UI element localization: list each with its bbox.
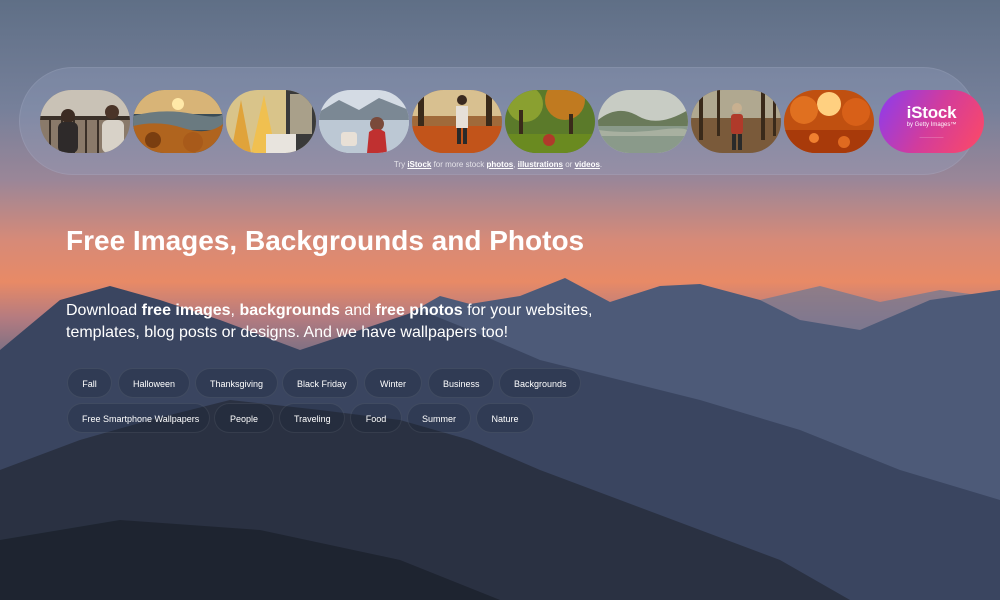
- illustrations-link[interactable]: illustrations: [518, 160, 563, 169]
- tag-people[interactable]: People: [214, 403, 274, 433]
- tag-backgrounds[interactable]: Backgrounds: [499, 368, 581, 398]
- autumn-leaves-walk-photo[interactable]: [412, 90, 502, 153]
- autumn-sunset-landscape-photo[interactable]: [133, 90, 223, 153]
- istock-banner: iStock by Getty Images™ —————— Try iStoc…: [19, 67, 984, 175]
- photos-link[interactable]: photos: [487, 160, 514, 169]
- page-title: Free Images, Backgrounds and Photos: [66, 225, 585, 256]
- istock-tagline: by Getty Images™: [906, 122, 957, 128]
- autumn-trees-window-photo[interactable]: [226, 90, 316, 153]
- tag-food[interactable]: Food: [350, 403, 402, 433]
- tag-black-friday[interactable]: Black Friday: [282, 368, 358, 398]
- misty-lake-photo[interactable]: [598, 90, 688, 153]
- istock-link[interactable]: iStock: [407, 160, 431, 169]
- tag-free-smartphone-wallpapers[interactable]: Free Smartphone Wallpapers: [67, 403, 210, 433]
- istock-logo-tile[interactable]: iStock by Getty Images™ ——————: [879, 90, 984, 153]
- tag-traveling[interactable]: Traveling: [279, 403, 345, 433]
- autumn-leaves-sunlight-photo[interactable]: [784, 90, 874, 153]
- tag-fall[interactable]: Fall: [67, 368, 112, 398]
- tag-halloween[interactable]: Halloween: [118, 368, 190, 398]
- tag-summer[interactable]: Summer: [407, 403, 471, 433]
- tag-thanksgiving[interactable]: Thanksgiving: [195, 368, 278, 398]
- autumn-forest-photo[interactable]: [505, 90, 595, 153]
- thumbnail-strip: iStock by Getty Images™ ——————: [40, 90, 984, 153]
- videos-link[interactable]: videos: [575, 160, 600, 169]
- tag-business[interactable]: Business: [428, 368, 494, 398]
- banner-caption: Try iStock for more stock photos, illust…: [393, 160, 603, 169]
- tag-nature[interactable]: Nature: [476, 403, 534, 433]
- hiker-forest-photo[interactable]: [691, 90, 781, 153]
- istock-fine-print: ——————: [919, 134, 944, 139]
- tag-winter[interactable]: Winter: [364, 368, 422, 398]
- couple-balcony-photo[interactable]: [40, 90, 130, 153]
- girl-lake-photo[interactable]: [319, 90, 409, 153]
- istock-logo: iStock: [906, 103, 957, 122]
- hero-description: Download free images, backgrounds and fr…: [66, 302, 593, 341]
